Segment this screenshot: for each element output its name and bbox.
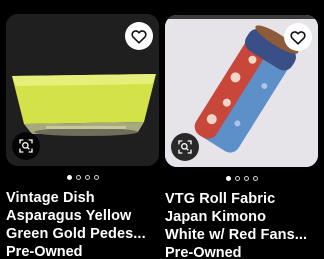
condition-label: Pre-Owned [6,244,83,259]
carousel-dot [93,175,99,180]
carousel-dot [75,175,81,180]
listing-card[interactable]: Vintage Dish Asparagus Yellow Green Gold… [6,0,159,259]
carousel-dot [225,176,231,181]
carousel-dot [234,176,240,181]
listing-title[interactable]: Vintage Dish Asparagus Yellow Green Gold… [6,189,159,243]
listing-image[interactable] [6,14,159,166]
lens-search-icon [19,139,33,153]
title-line: Vintage Dish [6,190,95,206]
listing-grid: Vintage Dish Asparagus Yellow Green Gold… [0,0,324,259]
carousel-dot [84,175,90,180]
title-line: Japan Kimono [165,209,267,225]
title-line: Green Gold Pedes... [6,226,146,242]
heart-outline-icon [290,30,306,45]
visual-search-button[interactable] [12,132,40,160]
image-carousel-dots [165,176,318,182]
listing-title[interactable]: VTG Roll Fabric Japan Kimono White w/ Re… [165,190,318,244]
visual-search-button[interactable] [171,133,199,161]
lens-search-icon [178,140,192,154]
heart-outline-icon [131,29,147,44]
title-line: White w/ Red Fans... [165,227,308,243]
favorite-button[interactable] [125,22,153,50]
listing-card[interactable]: VTG Roll Fabric Japan Kimono White w/ Re… [165,0,318,259]
title-line: Asparagus Yellow [6,208,132,224]
carousel-dot [243,176,249,181]
carousel-dot [252,176,258,181]
carousel-dot [66,175,72,180]
favorite-button[interactable] [284,23,312,51]
listing-image[interactable] [165,15,318,167]
condition-label: Pre-Owned [165,245,242,259]
title-line: VTG Roll Fabric [165,191,276,207]
image-top-strip [165,15,318,19]
image-carousel-dots [6,175,159,181]
